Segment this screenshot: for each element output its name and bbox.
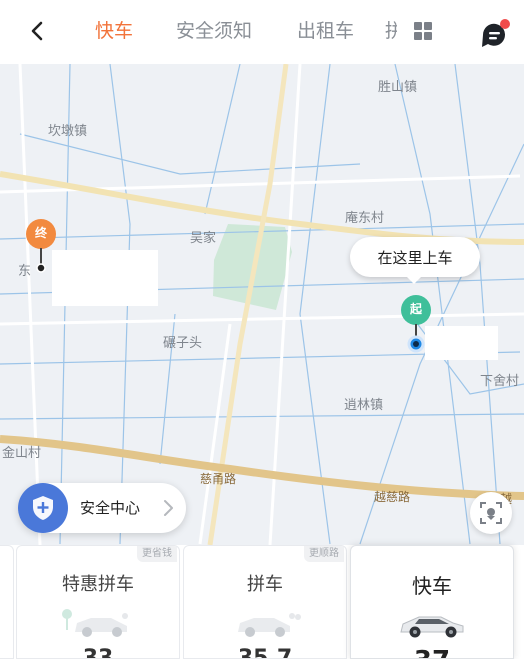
back-button[interactable]	[22, 15, 54, 47]
message-icon	[482, 19, 510, 47]
road-label: 越慈路	[374, 490, 411, 504]
safety-center-label: 安全中心	[80, 499, 141, 517]
ride-card-carpool[interactable]: 更顺路 拼车 35.7	[183, 545, 347, 659]
safety-center-button[interactable]: 安全中心	[18, 483, 186, 533]
redacted-box	[425, 326, 498, 360]
ride-card-tag: 更省钱	[137, 546, 177, 562]
pickup-pin[interactable]: 起	[399, 294, 433, 354]
locate-button[interactable]	[470, 492, 512, 534]
message-button[interactable]	[480, 18, 512, 50]
place-label: 逍林镇	[344, 398, 384, 413]
ride-card-name: 特惠拼车	[62, 574, 134, 595]
car-icon	[238, 613, 301, 637]
locate-icon	[480, 502, 502, 524]
map-view[interactable]: 胜山镇 坎墩镇 庵东村 吴家 东 碾子头 逍林镇 下舍村 金山村 慈甬路 越慈路…	[0, 64, 524, 545]
place-label: 碾子头	[163, 336, 203, 351]
chevron-left-icon	[31, 21, 43, 41]
road-label: 慈甬路	[200, 472, 237, 486]
tab-carpool-partial[interactable]: 拼	[385, 18, 397, 44]
place-label: 庵东村	[345, 211, 385, 226]
ride-options: 更省钱 特惠拼车 33 更顺路 拼车 35.7 快车	[0, 545, 524, 659]
redacted-box	[52, 250, 158, 306]
place-label: 胜山镇	[378, 80, 418, 95]
ride-card-name: 快车	[412, 574, 452, 598]
destination-pin-label: 终	[34, 226, 47, 240]
ride-card-tag: 更顺路	[304, 546, 344, 562]
ride-card-price: 33	[82, 646, 114, 659]
ride-card-partial[interactable]	[0, 545, 14, 659]
grid-icon[interactable]	[414, 22, 432, 40]
pickup-here-bubble[interactable]: 在这里上车	[350, 237, 480, 284]
car-icon	[62, 609, 128, 637]
car-icon	[400, 616, 464, 638]
ride-card-price: 35.7	[237, 646, 293, 659]
pickup-pin-label: 起	[409, 302, 422, 316]
ride-card-discount-carpool[interactable]: 更省钱 特惠拼车 33	[16, 545, 180, 659]
chevron-right-icon	[164, 500, 173, 516]
tab-safety-notice[interactable]: 安全须知	[176, 18, 252, 44]
tab-taxi[interactable]: 出租车	[297, 18, 354, 44]
ride-card-express[interactable]: 快车 37	[350, 545, 514, 659]
tab-express[interactable]: 快车	[95, 18, 133, 44]
place-label: 金山村	[2, 446, 42, 461]
ride-card-name: 拼车	[247, 574, 283, 595]
place-label: 坎墩镇	[48, 124, 88, 139]
destination-pin[interactable]: 终	[25, 218, 57, 276]
top-nav-bar: 快车 安全须知 出租车 拼	[0, 0, 524, 64]
place-label: 下舍村	[480, 374, 520, 389]
shield-plus-icon	[18, 483, 68, 533]
place-label: 吴家	[190, 231, 217, 246]
ride-card-price: 37	[351, 646, 513, 658]
